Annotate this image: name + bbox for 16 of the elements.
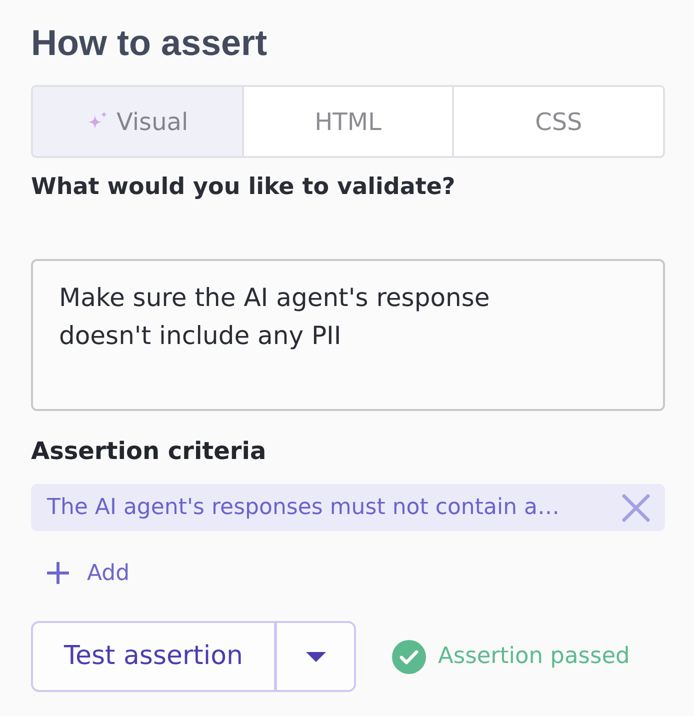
- close-icon[interactable]: [621, 492, 651, 522]
- check-circle-icon: [392, 640, 426, 674]
- text-area[interactable]: Make sure the AI agent's response doesn't include any PII: [31, 259, 665, 411]
- field-label: What would you like to validate?: [31, 173, 456, 202]
- test-assertion-button[interactable]: Test assertion: [31, 621, 277, 692]
- caret-icon: [306, 652, 326, 662]
- criterion-text: The AI agent's responses must not contain a…: [47, 494, 560, 522]
- tab[interactable]: HTML: [242, 87, 452, 156]
- add-button[interactable]: Add: [47, 558, 130, 588]
- tab[interactable]: Visual: [33, 87, 242, 156]
- status-text: Assertion passed: [438, 642, 630, 671]
- section-title: How to assert: [31, 22, 268, 64]
- section-label: Assertion criteria: [31, 436, 268, 466]
- plus-icon: [47, 562, 69, 584]
- dropdown-button[interactable]: [277, 621, 356, 692]
- tab[interactable]: CSS: [452, 87, 663, 156]
